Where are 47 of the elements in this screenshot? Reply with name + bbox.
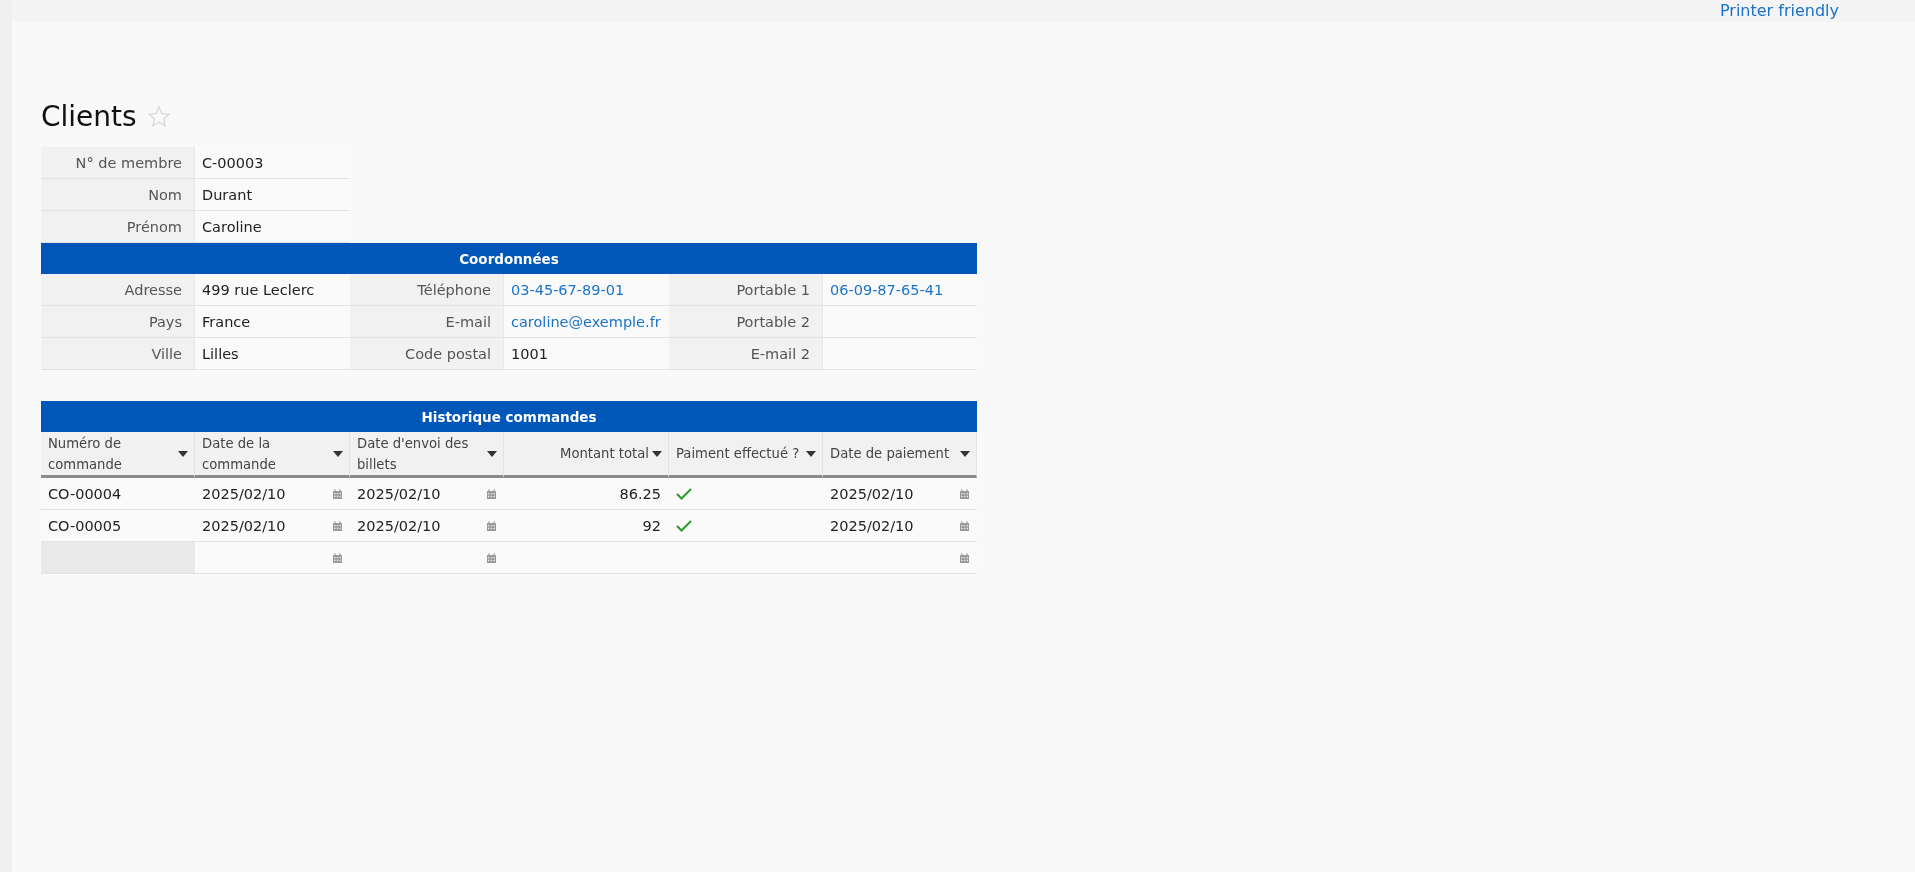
field-label: Code postal: [350, 338, 504, 370]
caret-icon[interactable]: [178, 450, 188, 457]
field-label: Portable 2: [669, 306, 823, 338]
table-cell: CO-00004: [48, 485, 122, 502]
table-cell: 86.25: [619, 485, 661, 502]
caret-icon[interactable]: [806, 450, 816, 457]
calendar-icon[interactable]: [487, 488, 496, 499]
caret-icon[interactable]: [652, 450, 662, 457]
field-label: E-mail: [350, 306, 504, 338]
calendar-icon[interactable]: [333, 552, 342, 563]
caret-icon[interactable]: [960, 450, 970, 457]
table-cell: CO-00005: [48, 517, 122, 534]
field-link[interactable]: 06-09-87-65-41: [830, 281, 944, 298]
field-label: N° de membre: [41, 147, 195, 179]
field-label: E-mail 2: [669, 338, 823, 370]
calendar-icon[interactable]: [487, 520, 496, 531]
table-cell: 2025/02/10: [202, 517, 286, 534]
table-cell: 2025/02/10: [357, 517, 441, 534]
table-cell: 2025/02/10: [830, 517, 914, 534]
star-icon[interactable]: [146, 104, 171, 129]
check-icon: [676, 487, 692, 500]
table-cell: 92: [642, 517, 661, 534]
check-icon: [676, 519, 692, 532]
field-label: Adresse: [41, 274, 195, 306]
calendar-icon[interactable]: [960, 488, 969, 499]
field-label: Prénom: [41, 211, 195, 243]
printer-friendly-link[interactable]: Printer friendly: [1719, 0, 1839, 22]
field-link[interactable]: 03-45-67-89-01: [511, 281, 625, 298]
caret-icon[interactable]: [333, 450, 343, 457]
table-cell: 2025/02/10: [830, 485, 914, 502]
calendar-icon[interactable]: [960, 552, 969, 563]
calendar-icon[interactable]: [333, 520, 342, 531]
field-label: Pays: [41, 306, 195, 338]
field-label: Portable 1: [669, 274, 823, 306]
calendar-icon[interactable]: [487, 552, 496, 563]
calendar-icon[interactable]: [960, 520, 969, 531]
section-header: Coordonnées: [41, 243, 977, 274]
calendar-icon[interactable]: [333, 488, 342, 499]
table-cell: 2025/02/10: [202, 485, 286, 502]
caret-icon[interactable]: [487, 450, 497, 457]
page-title: Clients: [41, 100, 137, 133]
field-label: Téléphone: [350, 274, 504, 306]
field-label: Ville: [41, 338, 195, 370]
field-link[interactable]: caroline@exemple.fr: [511, 313, 661, 330]
section-header: Historique commandes: [41, 401, 977, 432]
field-label: Nom: [41, 179, 195, 211]
table-cell: 2025/02/10: [357, 485, 441, 502]
